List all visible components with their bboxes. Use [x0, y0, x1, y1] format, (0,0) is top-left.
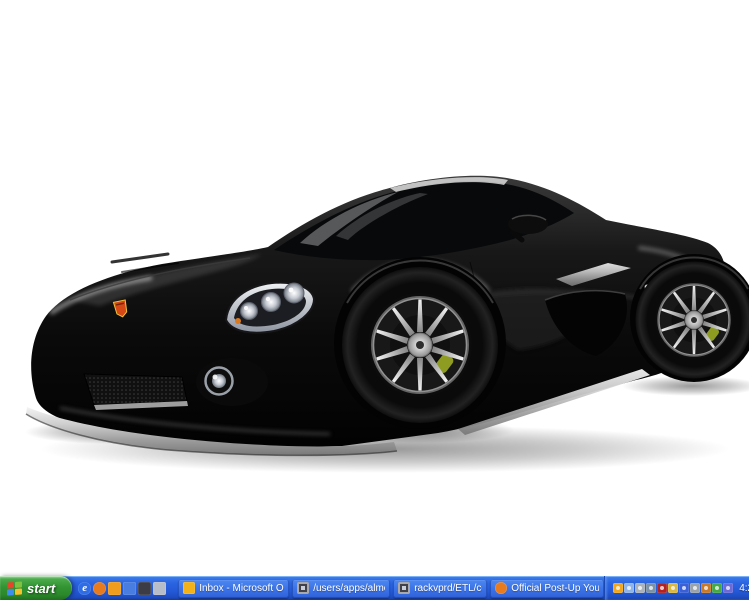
desktop-wallpaper: CCX: [0, 0, 749, 576]
task-button-label: Inbox - Microsoft Out...: [199, 583, 284, 594]
updates-tray-icon[interactable]: [701, 583, 711, 593]
quick-launch-bar: e: [72, 576, 171, 600]
messenger-tray-icon[interactable]: [679, 583, 689, 593]
firefox-icon[interactable]: [93, 582, 106, 595]
messenger-icon[interactable]: [123, 582, 136, 595]
outlook-icon: [183, 582, 195, 594]
task-button-area: Inbox - Microsoft Out... /users/apps/alm…: [175, 576, 604, 600]
internet-explorer-icon[interactable]: e: [78, 582, 91, 595]
network-activity-tray-icon[interactable]: [712, 583, 722, 593]
network-connections-tray-icon[interactable]: [646, 583, 656, 593]
start-label: start: [27, 581, 55, 596]
fog-lamp: [196, 358, 268, 406]
terminal-app-icon[interactable]: [153, 582, 166, 595]
mail-notifier-icon[interactable]: [108, 582, 121, 595]
task-button-outlook-inbox[interactable]: Inbox - Microsoft Out...: [178, 579, 289, 598]
dark-app-icon[interactable]: [138, 582, 151, 595]
task-button-label: Official Post-Up You...: [511, 583, 599, 594]
display-tray-icon[interactable]: [690, 583, 700, 593]
system-tray: 4:20 PM: [604, 576, 749, 600]
firefox-icon: [495, 582, 507, 594]
terminal-icon: [398, 582, 410, 594]
front-grille: [84, 374, 188, 410]
rear-wheel: [636, 262, 749, 379]
taskbar: start e Inbox - Microsoft Out... /users/…: [0, 576, 749, 600]
terminal-icon: [297, 582, 309, 594]
front-wheel: [342, 267, 498, 423]
security-monitor-tray-icon[interactable]: [723, 583, 733, 593]
car-image: CCX: [0, 0, 749, 576]
key-tray-icon[interactable]: [668, 583, 678, 593]
task-button-terminal-users-apps[interactable]: /users/apps/almet/[a...: [292, 579, 390, 598]
task-button-label: /users/apps/almet/[a...: [313, 583, 385, 594]
reminder-clock-tray-icon[interactable]: [613, 583, 623, 593]
start-button[interactable]: start: [0, 576, 72, 600]
chart-grid-tray-icon[interactable]: [657, 583, 667, 593]
task-button-terminal-rackvprd[interactable]: rackvprd/ETL/commo...: [393, 579, 487, 598]
windows-flag-icon: [7, 581, 22, 595]
task-button-label: rackvprd/ETL/commo...: [414, 583, 482, 594]
task-button-firefox-postup[interactable]: Official Post-Up You...: [490, 579, 604, 598]
tray-clock[interactable]: 4:20 PM: [739, 583, 749, 594]
search-tray-icon[interactable]: [624, 583, 634, 593]
phone-tray-icon[interactable]: [635, 583, 645, 593]
